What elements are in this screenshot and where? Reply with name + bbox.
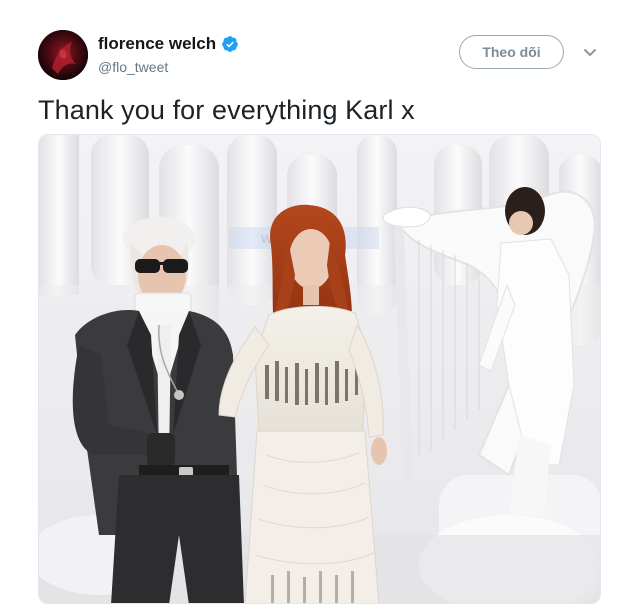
runway-photo: Webdayen — [39, 135, 600, 603]
tweet-photo[interactable]: Webdayen — [38, 134, 601, 604]
follow-button[interactable]: Theo dõi — [459, 35, 564, 69]
avatar[interactable] — [38, 30, 88, 80]
avatar-image — [38, 30, 88, 80]
more-options-button[interactable] — [580, 45, 600, 61]
verified-badge-icon — [222, 36, 238, 52]
chevron-down-icon — [584, 49, 596, 56]
tweet-text: Thank you for everything Karl x — [38, 95, 415, 125]
user-handle[interactable]: @flo_tweet — [98, 58, 168, 76]
display-name[interactable]: florence welch — [98, 33, 216, 55]
tweet-card: florence welch @flo_tweet Theo dõi Thank… — [0, 0, 639, 604]
user-name-row: florence welch — [98, 33, 239, 55]
